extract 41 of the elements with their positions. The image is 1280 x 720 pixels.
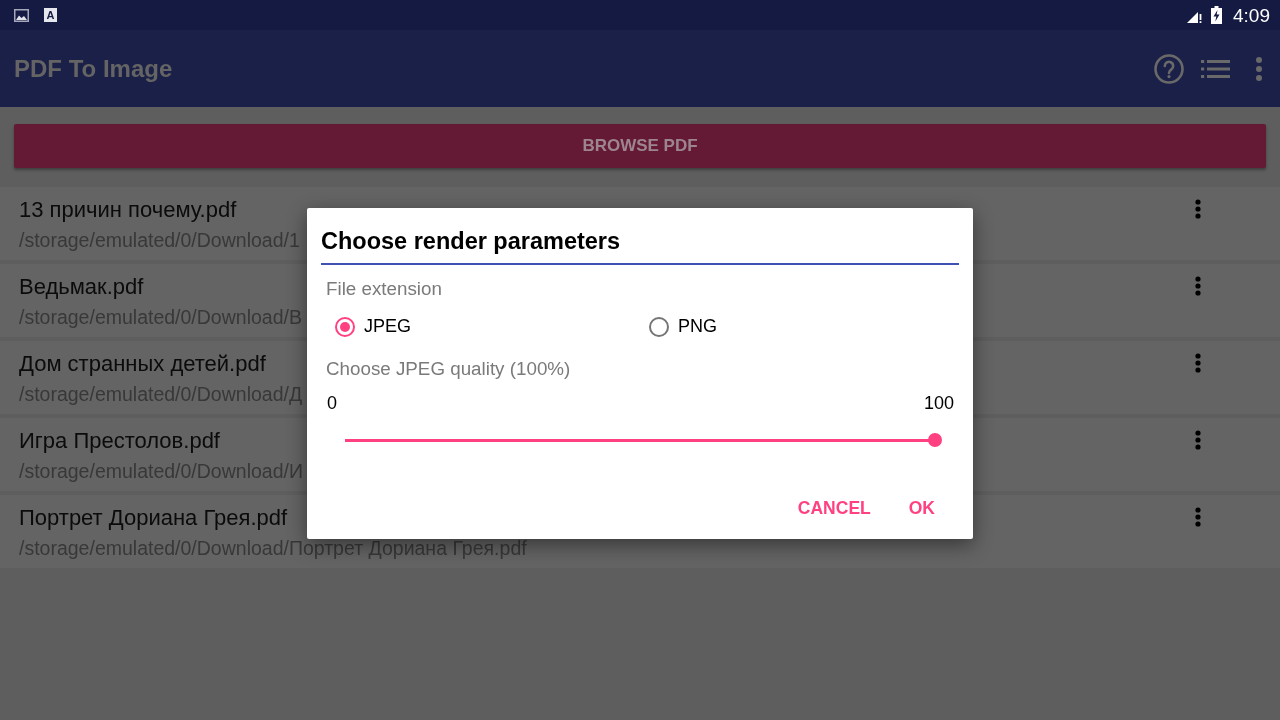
more-vertical-icon: [1256, 56, 1262, 81]
radio-label: JPEG: [364, 316, 411, 337]
browse-pdf-button[interactable]: BROWSE PDF: [14, 124, 1266, 168]
radio-icon[interactable]: [335, 316, 355, 337]
dialog-title: Choose render parameters: [321, 228, 621, 254]
image-notification-icon: [14, 8, 29, 22]
slider-thumb[interactable]: [928, 433, 942, 447]
item-menu-button[interactable]: [1195, 507, 1201, 527]
help-icon: [1154, 53, 1184, 84]
file-name[interactable]: 13 причин почему.pdf: [19, 198, 237, 222]
slider-max-label: 100: [923, 392, 954, 414]
dialog-button[interactable]: CANCEL: [785, 490, 883, 527]
file-name[interactable]: Дом странных детей.pdf: [19, 352, 266, 376]
file-name[interactable]: Ведьмак.pdf: [19, 275, 144, 299]
more-vertical-icon: [1195, 353, 1201, 373]
list-icon: [1201, 59, 1230, 78]
slider-min-label: 0: [327, 392, 337, 414]
more-vertical-icon: [1195, 276, 1201, 296]
more-vertical-icon: [1195, 507, 1201, 527]
section-label: Choose JPEG quality (100%): [326, 358, 571, 380]
item-menu-button[interactable]: [1195, 199, 1201, 219]
help-button[interactable]: [1154, 53, 1184, 84]
section-label: File extension: [326, 278, 442, 300]
item-menu-button[interactable]: [1195, 276, 1201, 296]
radio-label: PNG: [678, 316, 717, 337]
radio-icon[interactable]: [649, 316, 669, 337]
dialog-button[interactable]: OK: [896, 490, 947, 527]
radio-option[interactable]: PNG: [649, 316, 717, 337]
more-vertical-icon: [1195, 430, 1201, 450]
radio-option[interactable]: JPEG: [335, 316, 411, 337]
item-menu-button[interactable]: [1195, 353, 1201, 373]
file-name[interactable]: Портрет Дориана Грея.pdf: [19, 506, 288, 530]
letter-tile-icon: A: [44, 8, 57, 22]
app-title: PDF To Image: [14, 54, 173, 83]
list-button[interactable]: [1201, 59, 1230, 78]
overflow-menu-button[interactable]: [1256, 56, 1262, 81]
clock-time: 4:09: [1233, 5, 1270, 25]
file-name[interactable]: Игра Престолов.pdf: [19, 429, 220, 453]
item-menu-button[interactable]: [1195, 430, 1201, 450]
battery-charging-icon: [1211, 6, 1222, 24]
more-vertical-icon: [1195, 199, 1201, 219]
